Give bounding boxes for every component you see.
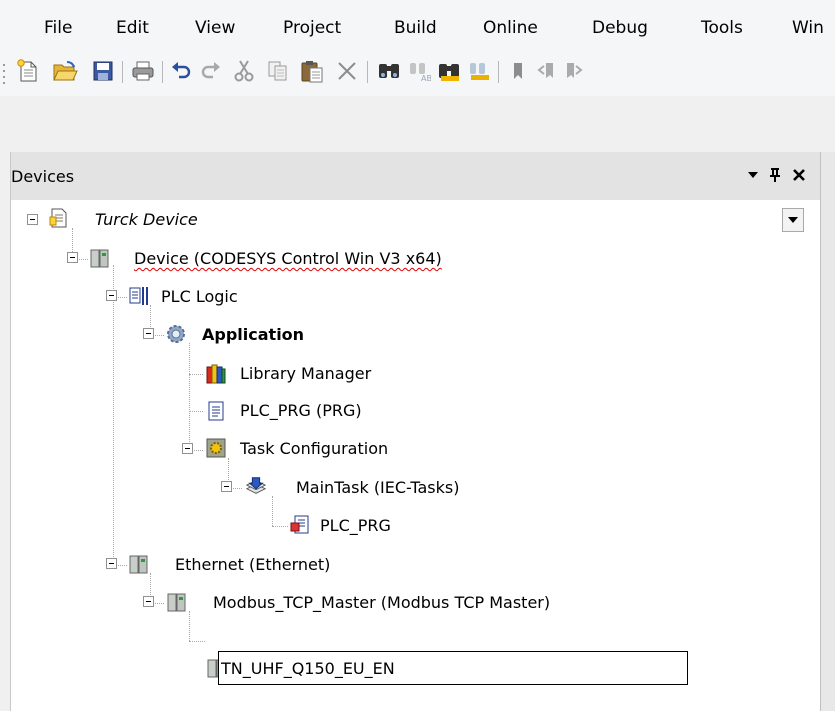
- undo-icon[interactable]: [168, 58, 194, 84]
- new-project-icon[interactable]: [15, 58, 41, 84]
- paste-icon[interactable]: [299, 58, 325, 84]
- menu-bar: File Edit View Project Build Online Debu…: [0, 0, 835, 52]
- application-gear-icon: [167, 325, 185, 343]
- tree-connector: [272, 526, 288, 527]
- open-folder-icon[interactable]: [52, 58, 78, 84]
- tree-node-modbus-tcp-master[interactable]: Modbus_TCP_Master (Modbus TCP Master): [213, 593, 550, 613]
- tree-node-library-manager[interactable]: Library Manager: [240, 364, 371, 384]
- replace-in-project-icon[interactable]: [466, 58, 492, 84]
- tree-node-task-configuration[interactable]: Task Configuration: [240, 439, 388, 459]
- devices-panel: Devices: [10, 152, 821, 711]
- panel-header: Devices: [11, 152, 821, 200]
- menu-tools[interactable]: Tools: [701, 18, 743, 38]
- toolbar-strip: [0, 96, 835, 152]
- plc-logic-icon: [129, 287, 148, 305]
- next-bookmark-icon[interactable]: [560, 58, 586, 84]
- menu-edit[interactable]: Edit: [116, 18, 149, 38]
- ethernet-device-icon: [129, 555, 148, 574]
- modbus-master-icon: [167, 593, 186, 612]
- find-icon[interactable]: [376, 58, 402, 84]
- tree-expander[interactable]: [143, 596, 154, 607]
- device-icon: [90, 249, 109, 268]
- tree-expander[interactable]: [106, 558, 117, 569]
- task-configuration-icon: [206, 438, 226, 458]
- toolbar-separator: [498, 61, 499, 83]
- tree-connector: [272, 496, 273, 526]
- tree-node-plc-logic[interactable]: PLC Logic: [161, 287, 238, 307]
- previous-bookmark-icon[interactable]: [534, 58, 560, 84]
- tree-connector: [189, 641, 205, 642]
- tree-connector: [189, 343, 190, 450]
- panel-title: Devices: [11, 167, 75, 186]
- tree-connector: [189, 411, 203, 412]
- tree-connector: [189, 611, 190, 641]
- toolbar-separator: [162, 61, 163, 83]
- cut-icon[interactable]: [231, 58, 257, 84]
- tree-dropdown-button[interactable]: [782, 208, 804, 232]
- pin-icon[interactable]: [765, 164, 785, 186]
- bookmark-icon[interactable]: [505, 58, 531, 84]
- tree-expander[interactable]: [27, 214, 38, 225]
- copy-icon[interactable]: [265, 58, 291, 84]
- pou-document-icon: [208, 401, 224, 421]
- tree-node-turck-device[interactable]: Turck Device: [95, 210, 198, 230]
- tree-expander[interactable]: [182, 443, 193, 454]
- tree-expander[interactable]: [143, 328, 154, 339]
- tree-node-plc-prg-call[interactable]: PLC_PRG: [320, 516, 391, 536]
- toolbar-separator: [122, 61, 123, 83]
- dropdown-arrow-icon[interactable]: [743, 164, 763, 186]
- menu-build[interactable]: Build: [394, 18, 437, 38]
- program-call-icon: [290, 515, 309, 534]
- project-icon: [49, 208, 67, 228]
- toolbar-separator: [367, 61, 368, 83]
- toolbar: AB: [0, 52, 835, 96]
- library-books-icon: [206, 364, 226, 384]
- task-stack-icon: [245, 477, 267, 494]
- tree-connector: [189, 374, 203, 375]
- tree-node-plc-prg[interactable]: PLC_PRG (PRG): [240, 401, 362, 421]
- toolbar-grip[interactable]: [3, 64, 5, 84]
- redo-icon[interactable]: [198, 58, 224, 84]
- print-icon[interactable]: [130, 58, 156, 84]
- tree-expander[interactable]: [67, 252, 78, 263]
- menu-debug[interactable]: Debug: [592, 18, 648, 38]
- tree-node-maintask[interactable]: MainTask (IEC-Tasks): [296, 478, 459, 498]
- tree-connector: [113, 265, 114, 565]
- menu-view[interactable]: View: [195, 18, 235, 38]
- tree-node-device[interactable]: Device (CODESYS Control Win V3 x64): [134, 249, 442, 269]
- menu-online[interactable]: Online: [483, 18, 538, 38]
- tree-node-ethernet[interactable]: Ethernet (Ethernet): [175, 555, 330, 575]
- save-icon[interactable]: [90, 58, 116, 84]
- panel-scroll-gutter: [820, 152, 835, 711]
- menu-file[interactable]: File: [44, 18, 72, 38]
- close-icon[interactable]: [789, 164, 809, 186]
- tree-node-application[interactable]: Application: [202, 325, 304, 345]
- tree-expander[interactable]: [106, 290, 117, 301]
- tree-expander[interactable]: [221, 481, 232, 492]
- menu-window[interactable]: Win: [792, 18, 824, 38]
- delete-icon[interactable]: [334, 58, 360, 84]
- menu-project[interactable]: Project: [283, 18, 341, 38]
- find-in-project-icon[interactable]: [436, 58, 462, 84]
- rename-slave-input[interactable]: [218, 651, 688, 685]
- replace-icon[interactable]: AB: [406, 58, 432, 84]
- svg-text:AB: AB: [421, 74, 431, 82]
